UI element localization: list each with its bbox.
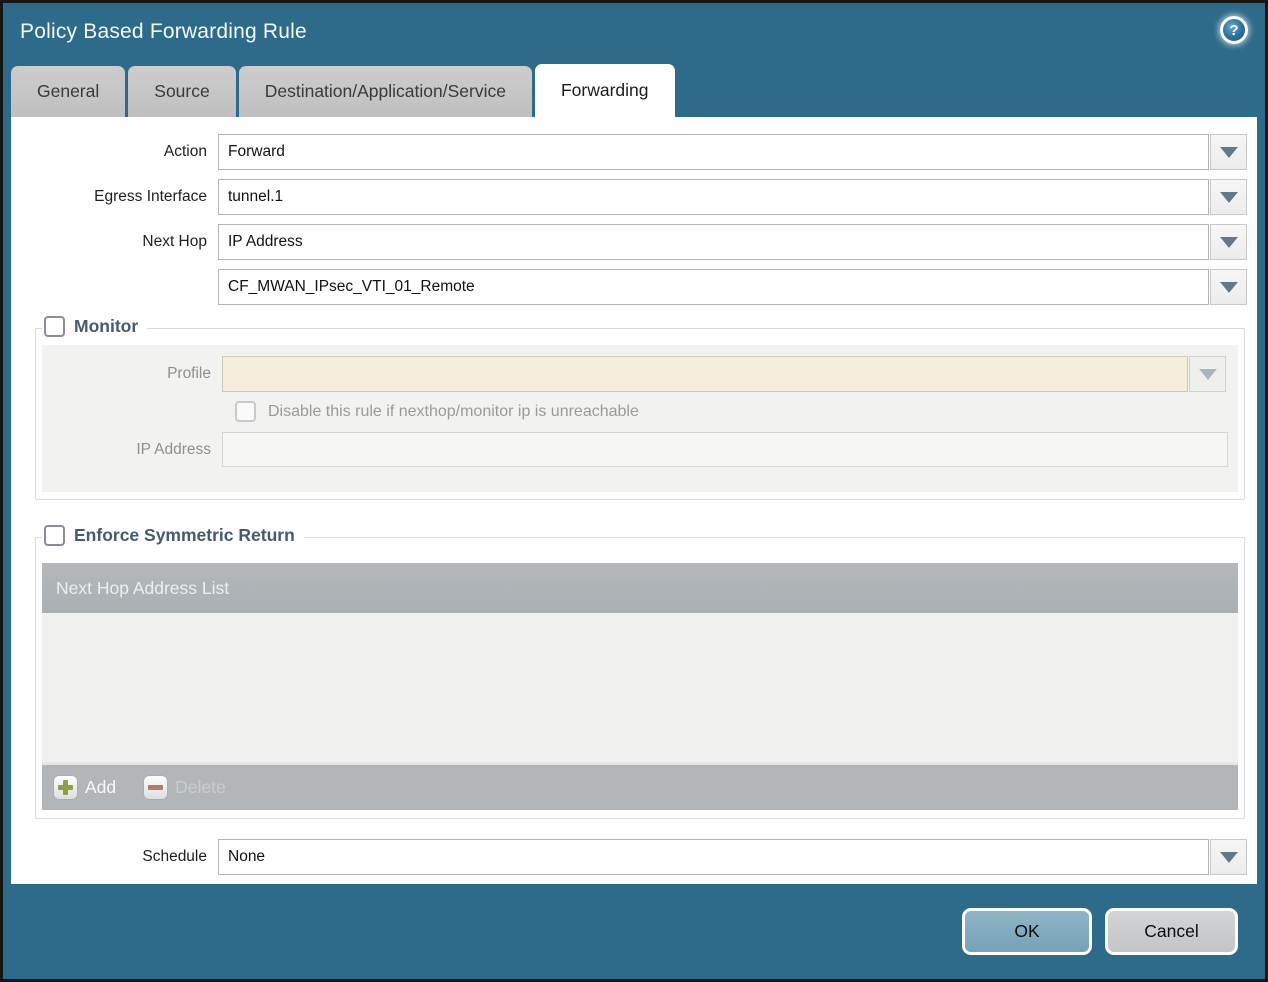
minus-icon: [144, 776, 168, 799]
action-value[interactable]: Forward: [218, 134, 1209, 170]
action-dropdown-button[interactable]: [1210, 134, 1247, 170]
tab-source[interactable]: Source: [128, 66, 236, 117]
egress-interface-label: Egress Interface: [94, 188, 207, 205]
dialog-footer: OK Cancel: [3, 884, 1265, 979]
delete-button-label: Delete: [175, 777, 226, 797]
symmetric-return-legend: Enforce Symmetric Return: [42, 525, 304, 546]
egress-interface-value[interactable]: tunnel.1: [218, 179, 1209, 215]
symmetric-return-checkbox[interactable]: [44, 525, 65, 546]
symmetric-return-title: Enforce Symmetric Return: [74, 525, 295, 545]
tab-general[interactable]: General: [11, 66, 126, 117]
chevron-down-icon: [1219, 851, 1238, 863]
chevron-down-icon: [1198, 368, 1217, 380]
next-hop-address-dropdown-button[interactable]: [1210, 269, 1247, 305]
next-hop-label: Next Hop: [142, 233, 207, 250]
cancel-button[interactable]: Cancel: [1105, 908, 1238, 955]
next-hop-address-combobox: CF_MWAN_IPsec_VTI_01_Remote: [218, 269, 1247, 305]
monitor-legend: Monitor: [42, 316, 148, 337]
schedule-value[interactable]: None: [218, 839, 1209, 875]
monitor-ip-label: IP Address: [136, 440, 211, 458]
next-hop-address-list-header: Next Hop Address List: [42, 563, 1238, 613]
next-hop-row: Next Hop IP Address: [11, 224, 1257, 260]
symmetric-return-fieldset: Enforce Symmetric Return Next Hop Addres…: [35, 525, 1245, 819]
profile-row: Profile: [42, 356, 1238, 392]
tab-bar: General Source Destination/Application/S…: [3, 61, 1265, 117]
profile-combobox: [222, 356, 1226, 392]
disable-rule-row: Disable this rule if nexthop/monitor ip …: [235, 401, 1238, 422]
dialog-title: Policy Based Forwarding Rule: [20, 20, 307, 43]
monitor-title: Monitor: [74, 316, 139, 336]
action-combobox: Forward: [218, 134, 1247, 170]
egress-interface-row: Egress Interface tunnel.1: [11, 179, 1257, 215]
dialog-titlebar: Policy Based Forwarding Rule ?: [3, 3, 1265, 61]
add-button[interactable]: Add: [54, 776, 116, 799]
next-hop-type-value[interactable]: IP Address: [218, 224, 1209, 260]
disable-rule-checkbox: [235, 401, 256, 422]
next-hop-address-list-toolbar: Add Delete: [42, 765, 1238, 810]
chevron-down-icon: [1219, 191, 1238, 203]
next-hop-type-dropdown-button[interactable]: [1210, 224, 1247, 260]
profile-dropdown-button: [1189, 356, 1226, 392]
monitor-checkbox[interactable]: [44, 316, 65, 337]
disable-rule-label: Disable this rule if nexthop/monitor ip …: [268, 402, 639, 420]
next-hop-address-list-body[interactable]: [42, 613, 1238, 765]
tab-forwarding[interactable]: Forwarding: [534, 64, 675, 117]
profile-value: [222, 356, 1188, 392]
profile-label: Profile: [167, 365, 211, 382]
schedule-row: Schedule None: [11, 839, 1257, 875]
pbf-rule-dialog: Policy Based Forwarding Rule ? General S…: [0, 0, 1268, 982]
egress-interface-dropdown-button[interactable]: [1210, 179, 1247, 215]
action-row: Action Forward: [11, 134, 1257, 170]
monitor-ip-input: [222, 432, 1228, 467]
plus-icon: [54, 776, 77, 799]
monitor-panel: Profile Disable this rule if nexthop/mon…: [42, 345, 1238, 492]
next-hop-type-combobox: IP Address: [218, 224, 1247, 260]
monitor-fieldset: Monitor Profile Disable this rule if nex…: [35, 316, 1245, 500]
schedule-dropdown-button[interactable]: [1210, 839, 1247, 875]
egress-interface-combobox: tunnel.1: [218, 179, 1247, 215]
add-button-label: Add: [85, 777, 117, 797]
next-hop-address-table: Next Hop Address List Add Delete: [42, 563, 1238, 810]
chevron-down-icon: [1219, 281, 1238, 293]
tab-content-forwarding: Action Forward Egress Interface tunnel.1…: [11, 117, 1257, 884]
schedule-label: Schedule: [142, 848, 207, 865]
monitor-ip-row: IP Address: [42, 432, 1238, 467]
tab-destination-application-service[interactable]: Destination/Application/Service: [238, 66, 532, 117]
chevron-down-icon: [1219, 146, 1238, 158]
chevron-down-icon: [1219, 236, 1238, 248]
next-hop-address-value[interactable]: CF_MWAN_IPsec_VTI_01_Remote: [218, 269, 1209, 305]
ok-button[interactable]: OK: [962, 908, 1092, 955]
delete-button: Delete: [144, 776, 226, 799]
next-hop-address-row: CF_MWAN_IPsec_VTI_01_Remote: [11, 269, 1257, 305]
help-icon[interactable]: ?: [1220, 16, 1248, 44]
action-label: Action: [163, 143, 207, 160]
schedule-combobox: None: [218, 839, 1247, 875]
